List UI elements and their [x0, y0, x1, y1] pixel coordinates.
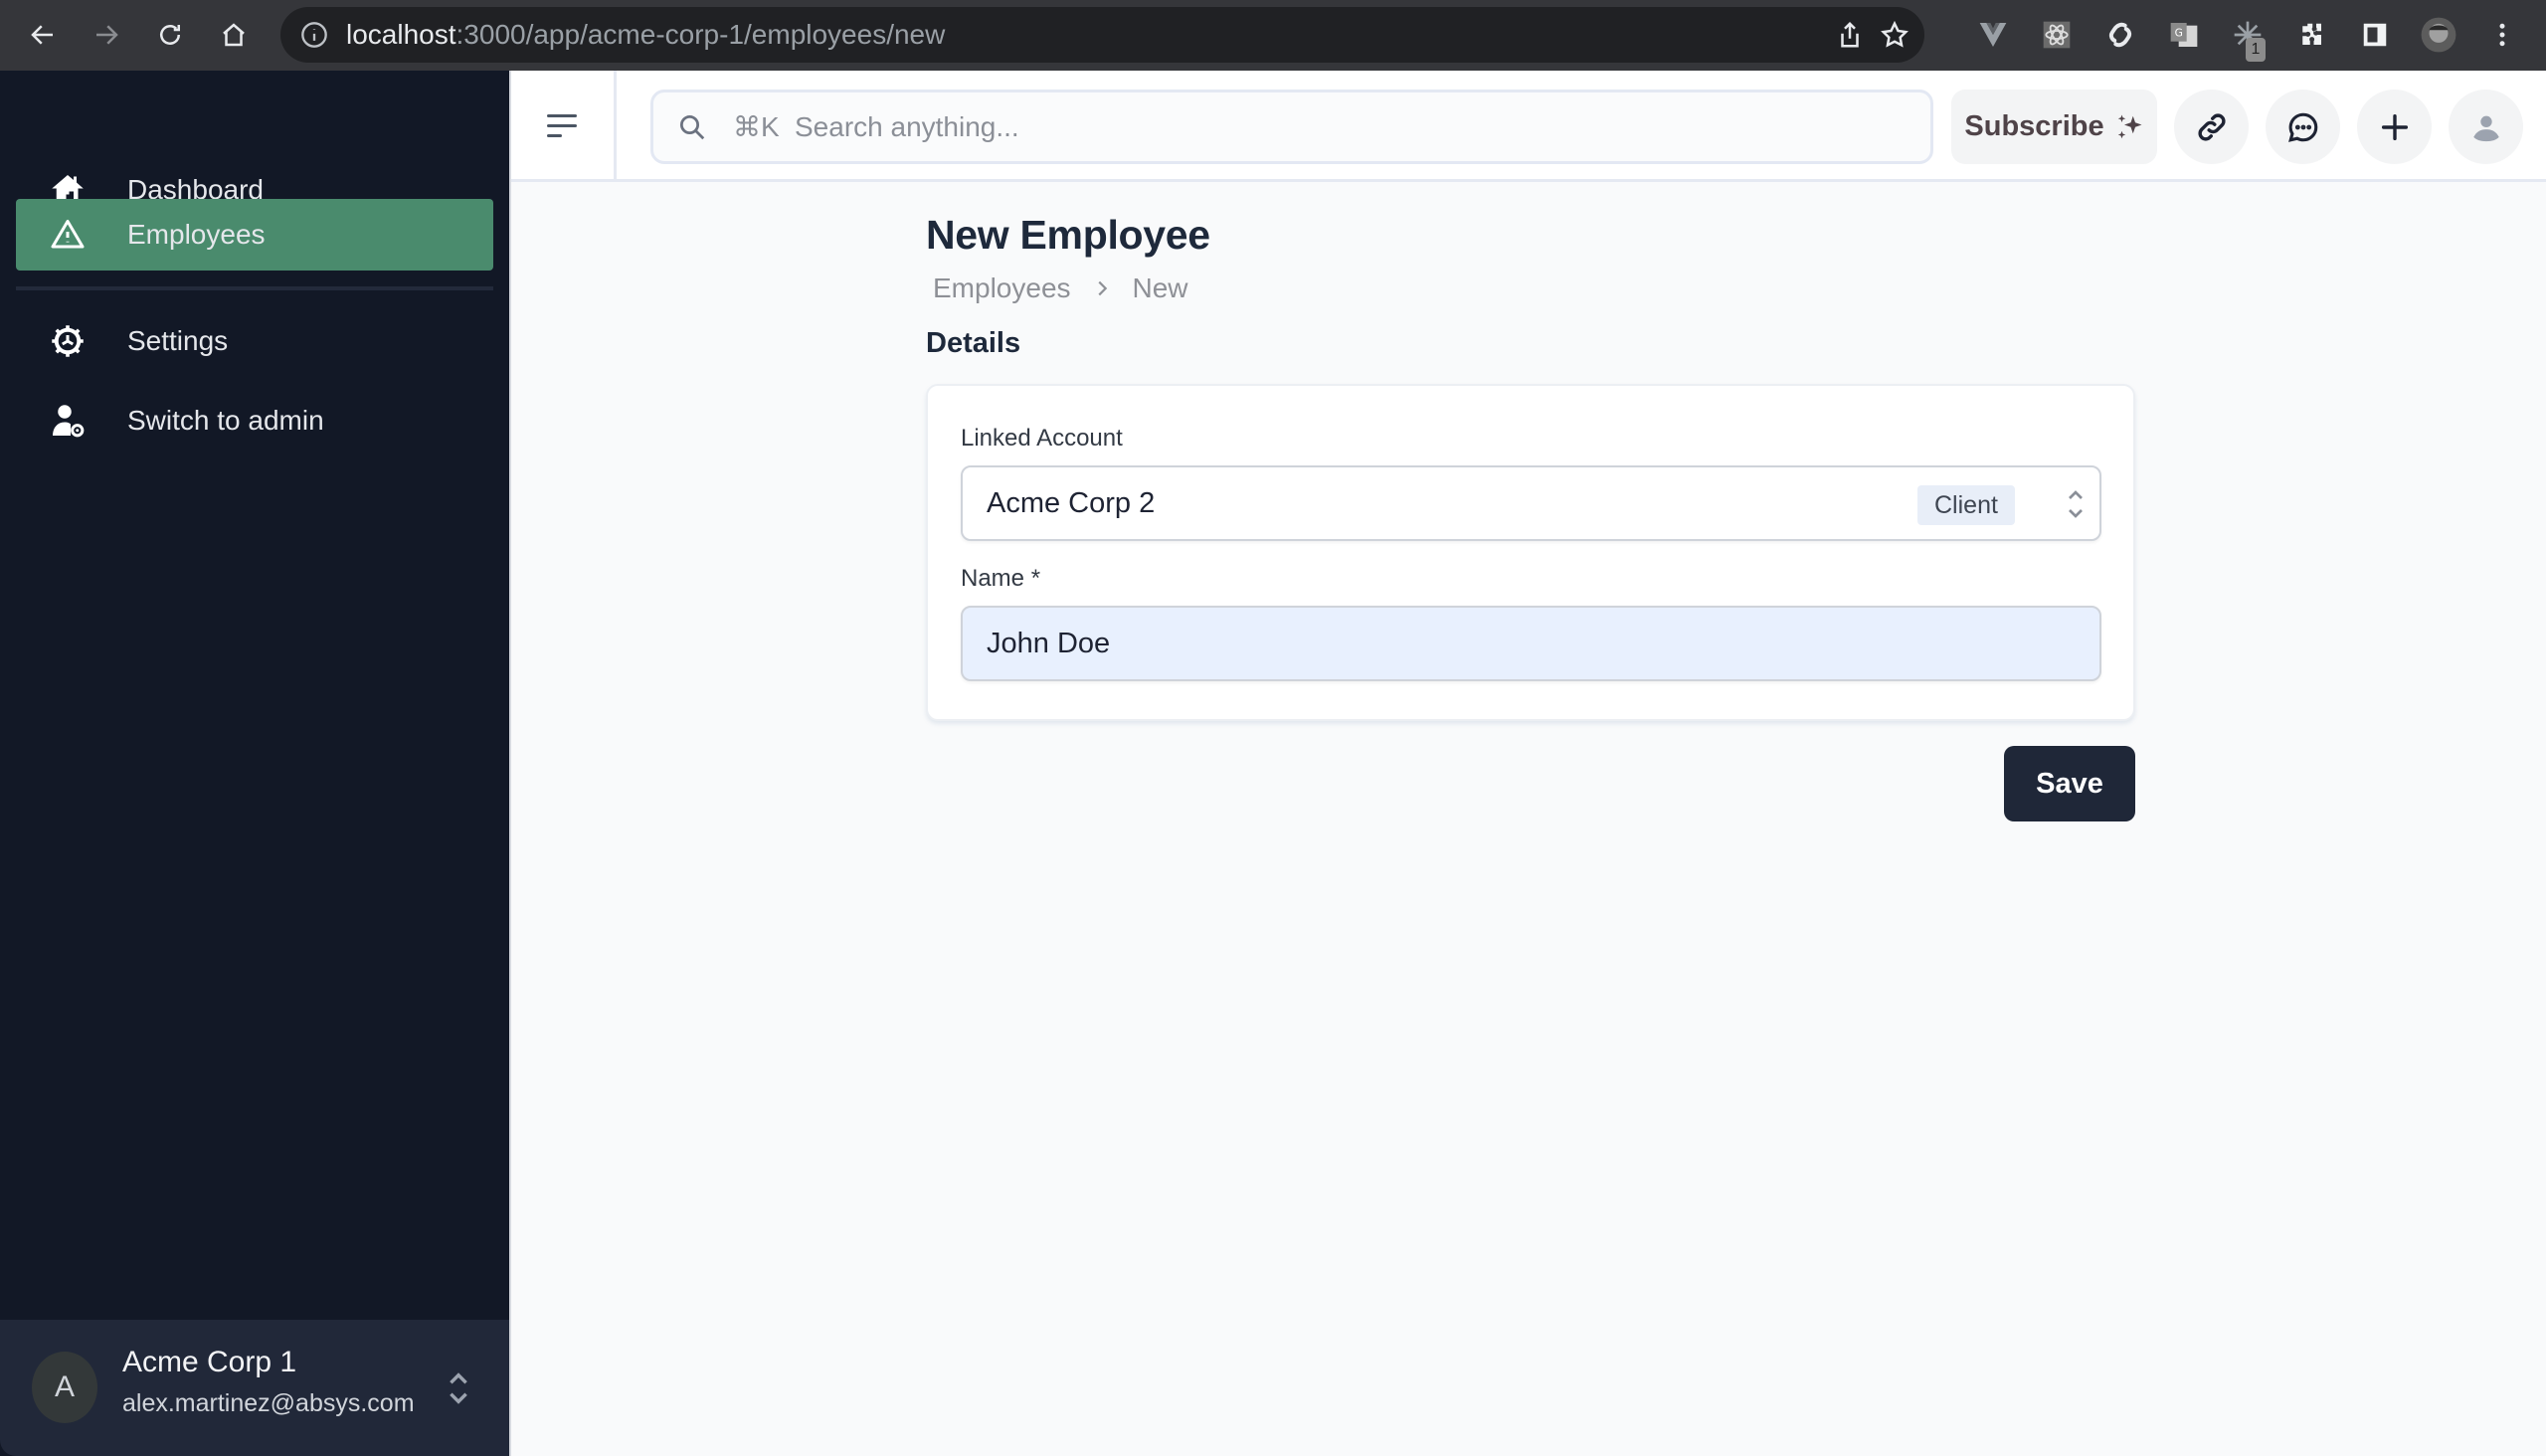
user-avatar-icon — [2472, 115, 2499, 141]
site-info-icon[interactable] — [300, 21, 328, 49]
avatar: A — [32, 1352, 97, 1423]
forward-button[interactable] — [86, 14, 127, 56]
account-type-badge: Client — [1917, 485, 2015, 525]
extensions-puzzle-icon[interactable] — [2292, 16, 2330, 54]
extension-badge: 1 — [2246, 38, 2266, 62]
organization-switcher[interactable]: A Acme Corp 1 alex.martinez@absys.com — [0, 1320, 509, 1456]
breadcrumb-current: New — [1132, 273, 1188, 303]
browser-menu-kebab-icon[interactable] — [2483, 16, 2521, 54]
breadcrumb: Employees New — [933, 273, 1188, 304]
side-panel-icon[interactable] — [2356, 16, 2394, 54]
sidebar-item-settings[interactable]: Settings — [16, 305, 493, 377]
search-icon — [680, 115, 705, 140]
user-cog-icon — [50, 403, 86, 439]
section-title: Details — [926, 327, 1021, 359]
reload-button[interactable] — [149, 14, 191, 56]
sidebar-item-label: Employees — [127, 219, 266, 250]
profile-avatar-icon[interactable] — [2420, 16, 2457, 54]
menu-lines-icon — [546, 113, 577, 137]
forward-arrow-icon — [96, 25, 118, 45]
url-host: localhost — [346, 19, 456, 50]
chat-bubble-icon — [2287, 112, 2317, 142]
address-bar[interactable]: localhost:3000/app/acme-corp-1/employees… — [280, 7, 1924, 63]
react-devtools-icon[interactable] — [2038, 16, 2076, 54]
sidebar: Dashboard Employees Settings Switch to a… — [0, 71, 509, 1456]
browser-toolbar: localhost:3000/app/acme-corp-1/employees… — [0, 0, 2546, 71]
gear-icon — [50, 323, 86, 359]
home-button[interactable] — [213, 14, 255, 56]
search-input[interactable]: ⌘K Search anything... — [650, 90, 1933, 164]
search-shortcut-hint: ⌘K — [733, 111, 780, 142]
subscribe-label: Subscribe — [1964, 110, 2104, 142]
sidebar-toggle-button[interactable] — [511, 71, 617, 179]
name-input[interactable] — [961, 606, 2101, 681]
quick-create-button[interactable] — [2357, 90, 2432, 164]
sidebar-item-employees[interactable]: Employees — [16, 199, 493, 271]
save-button[interactable]: Save — [2004, 746, 2135, 821]
svelte-icon[interactable] — [2101, 16, 2139, 54]
linked-account-value: Acme Corp 2 — [987, 487, 1156, 519]
url-text[interactable]: localhost:3000/app/acme-corp-1/employees… — [346, 7, 945, 63]
chevron-up-down-icon — [2069, 490, 2083, 518]
details-card: Linked Account Acme Corp 2 Client Name * — [926, 384, 2135, 721]
top-bar: ⌘K Search anything... Subscribe — [511, 71, 2546, 182]
back-button[interactable] — [22, 14, 64, 56]
name-label: Name * — [961, 565, 1041, 592]
warning-triangle-icon — [50, 217, 86, 253]
sidebar-item-label: Settings — [127, 325, 229, 356]
url-path: :3000/app/acme-corp-1/employees/new — [455, 19, 946, 50]
user-menu-button[interactable] — [2449, 90, 2523, 164]
linked-account-select[interactable]: Acme Corp 2 Client — [961, 465, 2101, 541]
feedback-button[interactable] — [2266, 90, 2340, 164]
search-placeholder: Search anything... — [795, 111, 1019, 142]
browser-home-icon — [223, 23, 245, 47]
bookmark-star-icon[interactable] — [1880, 20, 1910, 50]
google-translate-icon[interactable]: G — [2165, 16, 2203, 54]
breadcrumb-employees-link[interactable]: Employees — [933, 273, 1071, 304]
sparkles-icon — [2117, 114, 2142, 138]
reload-icon — [160, 25, 180, 45]
link-icon — [2197, 112, 2226, 141]
copy-link-button[interactable] — [2174, 90, 2249, 164]
main-content: ⌘K Search anything... Subscribe New Empl… — [509, 71, 2546, 1456]
subscribe-button[interactable]: Subscribe — [1951, 90, 2157, 164]
organization-name: Acme Corp 1 — [122, 1346, 297, 1378]
plus-icon — [2381, 113, 2408, 140]
back-arrow-icon — [31, 25, 53, 45]
sidebar-item-switch-to-admin[interactable]: Switch to admin — [16, 385, 493, 456]
sidebar-divider — [16, 286, 493, 290]
chevron-right-icon — [1097, 280, 1107, 296]
share-icon[interactable] — [1835, 20, 1865, 50]
user-email: alex.martinez@absys.com — [122, 1389, 415, 1417]
sidebar-item-label: Switch to admin — [127, 405, 324, 436]
linked-account-label: Linked Account — [961, 425, 1123, 452]
svg-text:G: G — [2175, 26, 2183, 39]
vue-devtools-icon[interactable] — [1974, 16, 2012, 54]
page-title: New Employee — [926, 212, 1210, 258]
chevron-up-down-icon — [450, 1372, 467, 1404]
